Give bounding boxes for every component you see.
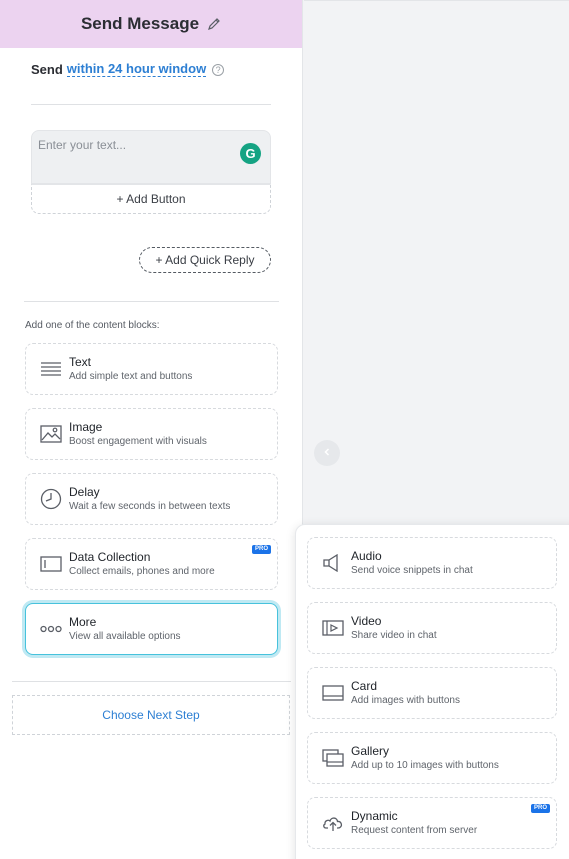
menu-item-description: Send voice snippets in chat	[351, 564, 473, 576]
block-description: Add simple text and buttons	[69, 370, 193, 382]
menu-item-description: Add images with buttons	[351, 694, 460, 706]
gallery-icon	[321, 746, 345, 770]
text-lines-icon	[39, 357, 63, 381]
menu-item-audio[interactable]: Audio Send voice snippets in chat	[307, 537, 557, 589]
send-message-panel: Send Message Send within 24 hour window …	[0, 0, 303, 859]
menu-item-video[interactable]: Video Share video in chat	[307, 602, 557, 654]
block-description: Boost engagement with visuals	[69, 435, 207, 447]
cloud-upload-icon	[321, 811, 345, 835]
block-title: Text	[69, 354, 92, 369]
video-icon	[321, 616, 345, 640]
block-data-collection[interactable]: Data Collection Collect emails, phones a…	[25, 538, 278, 590]
menu-item-description: Request content from server	[351, 824, 478, 836]
menu-item-title: Dynamic	[351, 808, 398, 823]
add-button[interactable]: + Add Button	[31, 184, 271, 214]
block-description: View all available options	[69, 630, 181, 642]
speaker-icon	[321, 551, 345, 575]
pro-badge: PRO	[530, 804, 550, 813]
question-circle-icon[interactable]: ?	[212, 63, 225, 76]
send-window-link[interactable]: within 24 hour window	[66, 62, 207, 77]
block-more[interactable]: More View all available options	[25, 603, 278, 655]
add-quick-reply-button[interactable]: + Add Quick Reply	[139, 247, 271, 273]
menu-item-description: Share video in chat	[351, 629, 437, 641]
grammarly-icon[interactable]: G	[240, 143, 261, 164]
clock-icon	[39, 487, 63, 511]
block-description: Wait a few seconds in between texts	[69, 500, 231, 512]
pencil-icon[interactable]	[207, 17, 221, 31]
choose-next-step-button[interactable]: Choose Next Step	[12, 695, 290, 735]
block-description: Collect emails, phones and more	[69, 565, 215, 577]
block-title: Data Collection	[69, 549, 151, 564]
block-title: Image	[69, 419, 103, 434]
pro-badge: PRO	[251, 545, 271, 554]
menu-item-dynamic[interactable]: Dynamic Request content from server PRO	[307, 797, 557, 849]
send-label: Send	[31, 62, 63, 77]
page-title: Send Message	[80, 14, 200, 33]
block-text[interactable]: Text Add simple text and buttons	[25, 343, 278, 395]
panel-header: Send Message	[0, 0, 302, 48]
divider	[12, 681, 291, 682]
message-text-input[interactable]: Enter your text... G	[31, 130, 271, 184]
menu-item-title: Video	[351, 613, 382, 628]
form-field-icon	[39, 552, 63, 576]
send-window-row: Send within 24 hour window ?	[31, 62, 225, 77]
block-image[interactable]: Image Boost engagement with visuals	[25, 408, 278, 460]
menu-item-description: Add up to 10 images with buttons	[351, 759, 499, 771]
divider	[24, 301, 279, 302]
divider	[31, 104, 271, 105]
menu-item-title: Audio	[351, 548, 382, 563]
menu-item-title: Gallery	[351, 743, 390, 758]
message-placeholder: Enter your text...	[38, 138, 127, 152]
menu-item-gallery[interactable]: Gallery Add up to 10 images with buttons	[307, 732, 557, 784]
menu-item-card[interactable]: Card Add images with buttons	[307, 667, 557, 719]
more-dots-icon	[39, 617, 63, 641]
block-title: More	[69, 614, 97, 629]
menu-item-title: Card	[351, 678, 378, 693]
chevron-left-icon	[322, 444, 332, 462]
more-options-menu: Audio Send voice snippets in chat Video …	[295, 524, 569, 859]
block-title: Delay	[69, 484, 100, 499]
block-delay[interactable]: Delay Wait a few seconds in between text…	[25, 473, 278, 525]
collapse-panel-button[interactable]	[314, 440, 340, 466]
image-icon	[39, 422, 63, 446]
content-blocks-label: Add one of the content blocks:	[25, 320, 160, 331]
card-icon	[321, 681, 345, 705]
